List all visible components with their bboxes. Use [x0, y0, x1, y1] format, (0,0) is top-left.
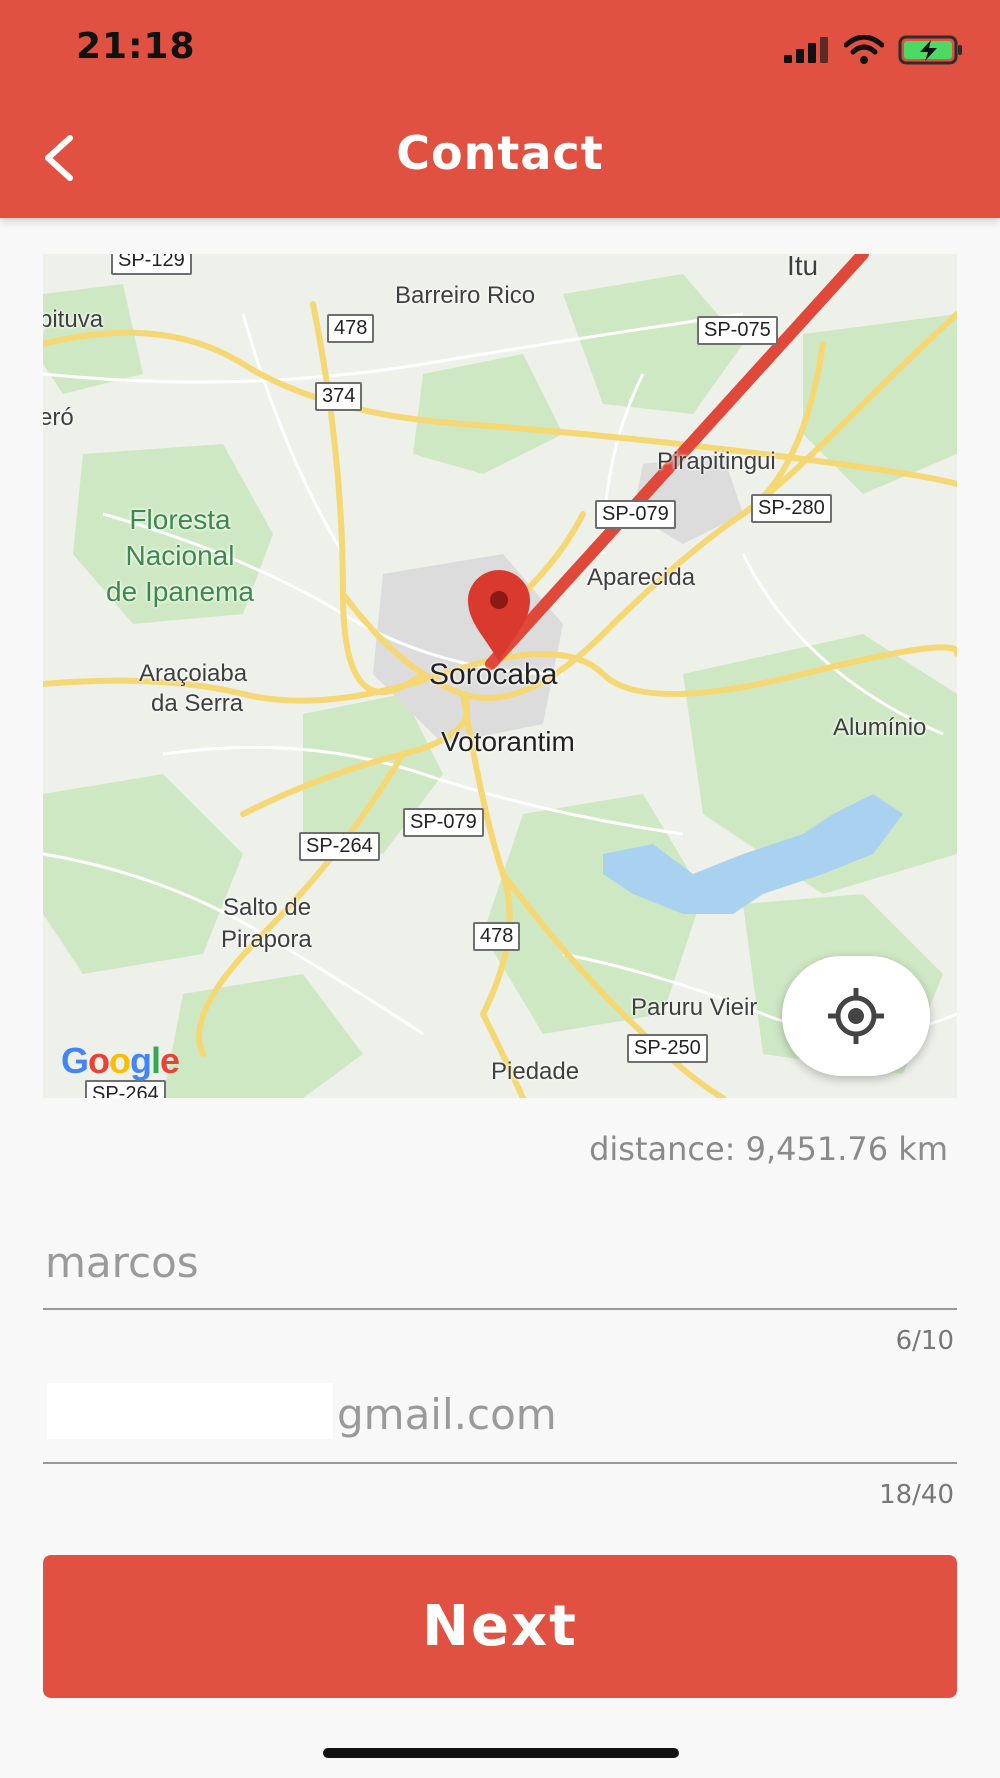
place-label: eró: [43, 404, 74, 431]
place-label: Barreiro Rico: [395, 282, 536, 309]
place-label: Sorocaba: [429, 658, 558, 691]
road-shield: 478: [473, 922, 521, 951]
battery-icon: [898, 35, 962, 65]
app-header: 21:18 Contact: [0, 0, 1000, 218]
redacted-block: [47, 1383, 333, 1439]
road-shield: 478: [327, 314, 375, 343]
road-shield: SP-280: [751, 494, 832, 523]
road-shield: SP-264: [85, 1080, 166, 1098]
home-indicator[interactable]: [323, 1748, 679, 1758]
place-label: Paruru Vieir: [631, 994, 758, 1021]
road-shield: 374: [315, 382, 363, 411]
road-shield: SP-079: [595, 500, 676, 529]
road-shield: SP-079: [403, 808, 484, 837]
place-label: Pirapitingui: [657, 448, 776, 475]
place-label: Aparecida: [587, 564, 696, 591]
name-value: marcos: [45, 1238, 199, 1287]
name-field[interactable]: marcos: [43, 1228, 957, 1310]
place-label: Salto de: [223, 894, 312, 921]
crosshair-icon: [828, 988, 884, 1044]
place-label: da Serra: [151, 690, 244, 717]
locate-button[interactable]: [782, 956, 930, 1076]
wifi-icon: [844, 35, 884, 64]
place-label: Itu: [787, 254, 819, 281]
email-counter: 18/40: [879, 1480, 954, 1510]
place-label: Alumínio: [833, 714, 927, 741]
place-label: Piedade: [491, 1058, 580, 1085]
place-label: Floresta Nacional de Ipanema: [106, 504, 254, 607]
road-shield: SP-264: [299, 832, 380, 861]
status-time: 21:18: [76, 26, 196, 67]
road-shield: SP-250: [627, 1034, 708, 1063]
page-title: Contact: [396, 126, 604, 180]
road-shield: SP-129: [111, 254, 192, 275]
place-label: Araçoiaba: [139, 660, 248, 687]
next-button[interactable]: Next: [43, 1555, 957, 1698]
distance-text: distance: 9,451.76 km: [589, 1130, 948, 1168]
signal-icon: [784, 37, 828, 63]
road-shield: SP-075: [697, 316, 778, 345]
google-logo: Google: [61, 1040, 180, 1081]
place-label: Pirapora: [221, 926, 312, 953]
name-counter: 6/10: [895, 1326, 954, 1356]
status-icons: [784, 34, 964, 66]
email-value: gmail.com: [337, 1390, 557, 1439]
place-label: pituva: [43, 306, 104, 333]
place-label: Votorantim: [441, 726, 575, 757]
